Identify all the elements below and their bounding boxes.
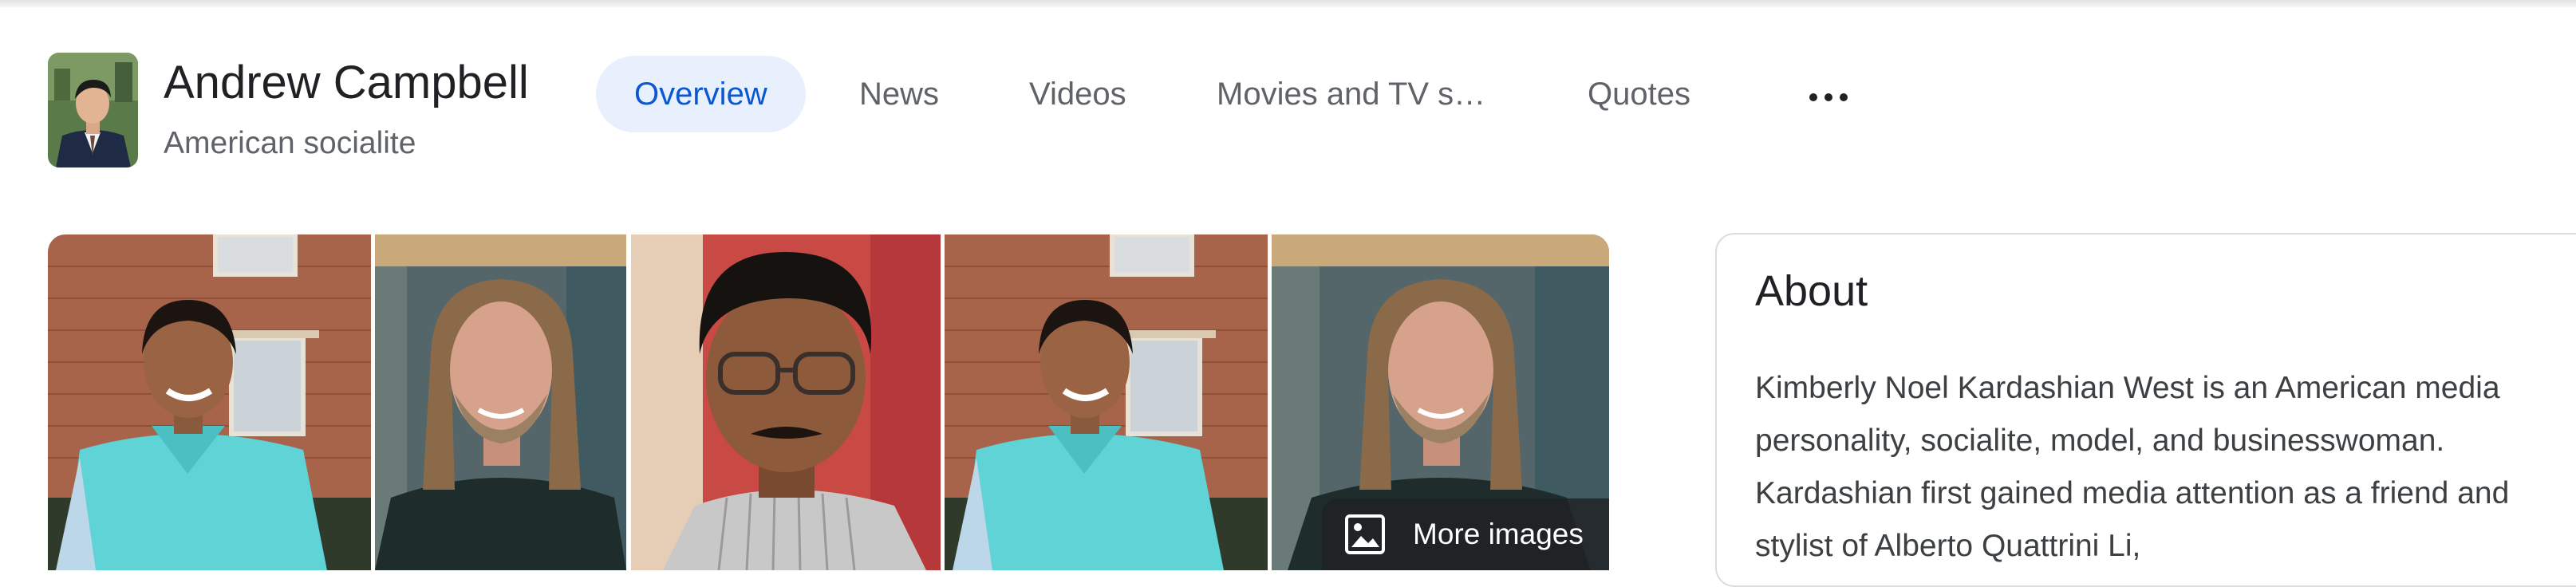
more-images-label: More images [1413,518,1584,550]
about-title: About [1755,267,1868,315]
more-horiz-icon[interactable] [1805,85,1852,108]
about-description: Kimberly Noel Kardashian West is an Amer… [1755,371,2510,563]
entity-name: Andrew Campbell [164,57,529,108]
tab-videos[interactable]: Videos [1029,56,1126,132]
image-icon [1345,514,1385,554]
tab-movies-and-tv[interactable]: Movies and TV s… [1217,56,1485,132]
top-border [0,0,2576,7]
person-photo-3[interactable] [631,234,941,570]
person-photo-2[interactable] [375,234,626,570]
tab-overview[interactable]: Overview [596,56,806,132]
avatar[interactable] [48,53,138,167]
person-photo-1[interactable] [48,234,371,570]
image-strip: More images [48,234,1609,570]
entity-subtitle: American socialite [164,126,416,160]
tab-news[interactable]: News [859,56,939,132]
about-panel: About Kimberly Noel Kardashian West is a… [1715,233,2576,587]
more-images-button[interactable]: More images [1322,498,1609,570]
tab-quotes[interactable]: Quotes [1588,56,1690,132]
person-photo-4[interactable] [945,234,1268,570]
